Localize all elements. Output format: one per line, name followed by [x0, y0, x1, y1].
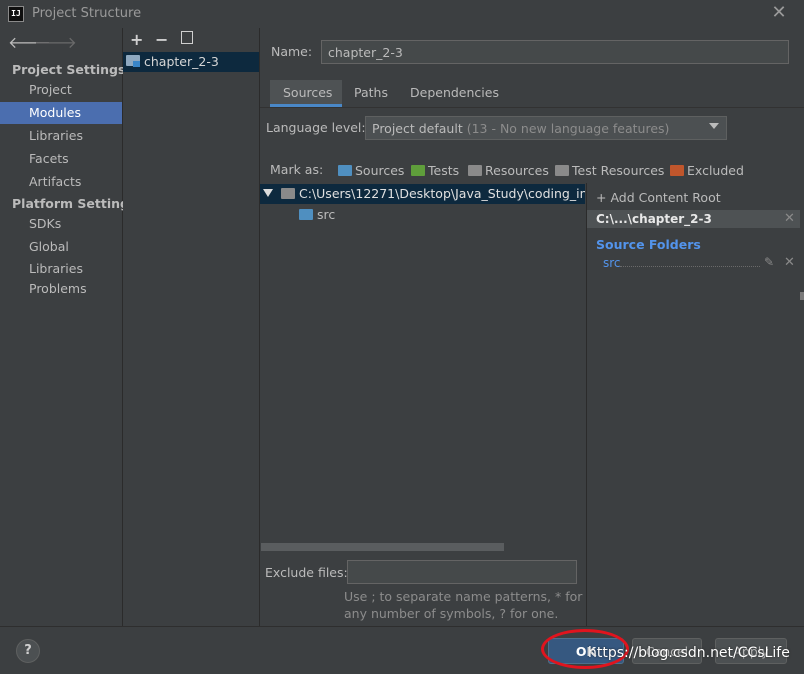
- mark-tests-button[interactable]: Tests: [428, 163, 459, 178]
- mark-excluded-button[interactable]: Excluded: [687, 163, 744, 178]
- tab-divider: [260, 107, 804, 108]
- language-level-label: Language level:: [266, 120, 366, 135]
- module-name-input[interactable]: [321, 40, 789, 64]
- add-content-root-button[interactable]: + Add Content Root: [596, 190, 721, 205]
- remove-icon[interactable]: −: [155, 30, 168, 49]
- nav-item-facets[interactable]: Facets: [0, 148, 122, 170]
- dotted-leader: [620, 266, 760, 267]
- window-title: Project Structure: [32, 6, 142, 21]
- remove-folder-icon[interactable]: ✕: [784, 255, 795, 270]
- tab-dependencies[interactable]: Dependencies: [410, 85, 499, 100]
- add-icon[interactable]: +: [130, 30, 143, 49]
- tree-item-src[interactable]: src: [317, 207, 335, 222]
- intellij-app-icon: IJ: [8, 6, 24, 22]
- tests-folder-icon: [411, 165, 425, 176]
- remove-root-icon[interactable]: ✕: [784, 211, 795, 226]
- expand-arrow-icon[interactable]: [263, 189, 273, 197]
- source-folder-entry: src: [603, 256, 621, 270]
- language-level-value: Project default (13 - No new language fe…: [372, 121, 669, 136]
- excluded-folder-icon: [670, 165, 684, 176]
- nav-item-problems[interactable]: Problems: [0, 278, 122, 300]
- source-folders-title: Source Folders: [596, 237, 701, 252]
- nav-item-sdks[interactable]: SDKs: [0, 213, 122, 235]
- platform-settings-heading: Platform Settings: [12, 196, 137, 211]
- mark-test-resources-button[interactable]: Test Resources: [572, 163, 664, 178]
- language-level-selected: Project default: [372, 121, 463, 136]
- exclude-files-input[interactable]: [347, 560, 577, 584]
- nav-item-modules[interactable]: Modules: [0, 102, 122, 124]
- nav-item-artifacts[interactable]: Artifacts: [0, 171, 122, 193]
- copy-icon[interactable]: [181, 31, 193, 44]
- nav-item-libraries[interactable]: Libraries: [0, 125, 122, 147]
- content-root-path: C:\...\chapter_2-3: [596, 212, 712, 226]
- exclude-files-label: Exclude files:: [265, 565, 348, 580]
- tab-sources[interactable]: Sources: [283, 85, 332, 100]
- nav-item-global-libraries[interactable]: Global Libraries: [0, 236, 122, 276]
- horizontal-scrollbar[interactable]: [261, 543, 504, 551]
- mark-sources-button[interactable]: Sources: [355, 163, 404, 178]
- source-folder-icon: [299, 209, 313, 220]
- watermark-text: https://blog.csdn.net/CCsLife: [588, 645, 790, 661]
- nav-item-project[interactable]: Project: [0, 79, 122, 101]
- mark-as-label: Mark as:: [270, 162, 324, 177]
- tree-root-path: C:\Users\12271\Desktop\Java_Study\coding…: [299, 186, 585, 201]
- help-button[interactable]: ?: [16, 639, 40, 663]
- module-badge-icon: [133, 61, 140, 67]
- module-list-panel: [123, 28, 260, 626]
- panel-edge-handle: [800, 292, 804, 300]
- mark-resources-button[interactable]: Resources: [485, 163, 549, 178]
- close-icon[interactable]: ✕: [770, 3, 788, 23]
- language-level-hint: (13 - No new language features): [466, 121, 670, 136]
- module-name: chapter_2-3: [144, 54, 219, 69]
- resources-folder-icon: [468, 165, 482, 176]
- source-tree: [260, 183, 585, 543]
- project-settings-heading: Project Settings: [12, 62, 126, 77]
- folder-icon: [281, 188, 295, 199]
- pencil-icon[interactable]: ✎: [764, 255, 774, 269]
- tab-paths[interactable]: Paths: [354, 85, 388, 100]
- exclude-help-text: Use ; to separate name patterns, * for a…: [344, 589, 583, 621]
- chevron-down-icon[interactable]: [709, 123, 719, 129]
- sources-folder-icon: [338, 165, 352, 176]
- name-label: Name:: [271, 44, 313, 59]
- test-resources-folder-icon: [555, 165, 569, 176]
- forward-arrow-icon[interactable]: 🡒: [34, 32, 77, 52]
